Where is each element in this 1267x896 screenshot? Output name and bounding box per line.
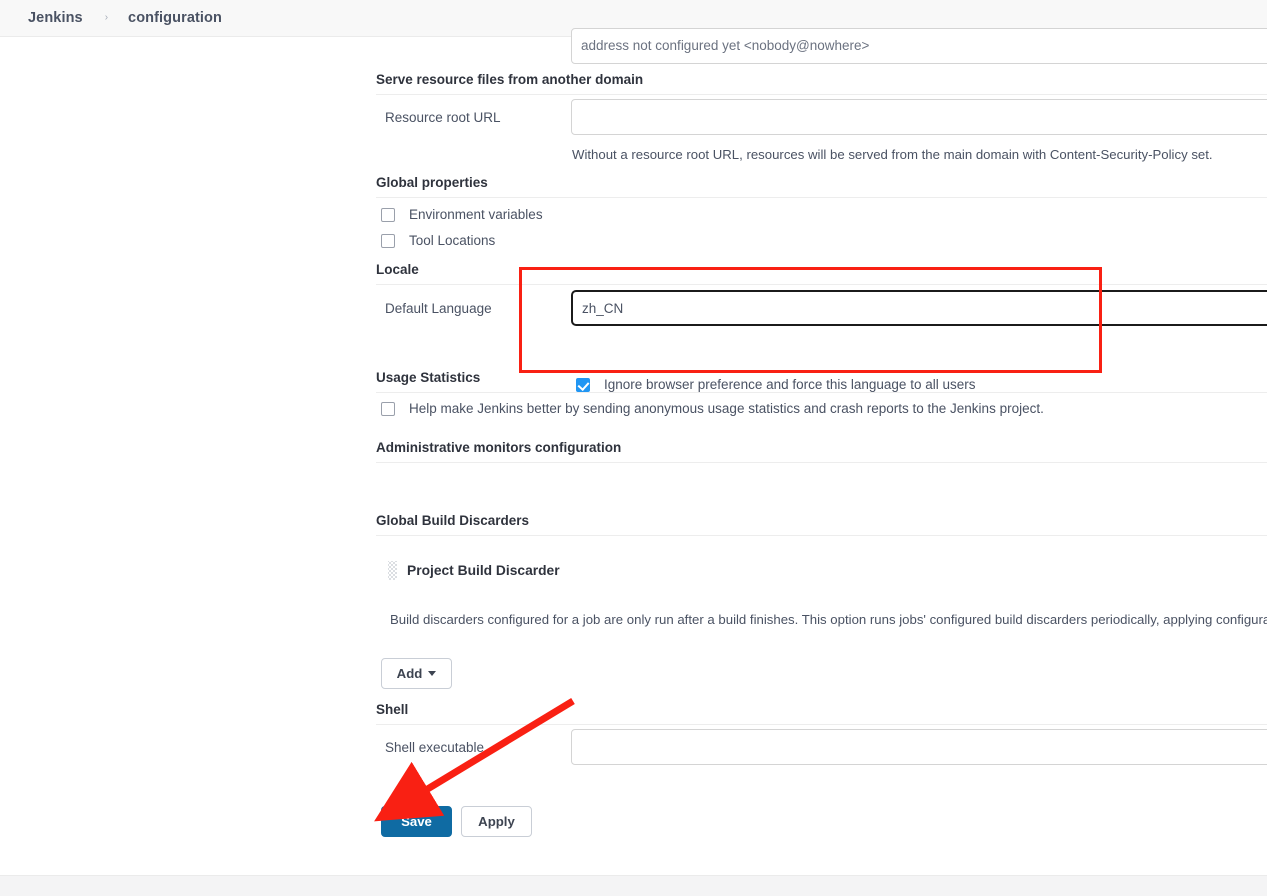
shell-executable-input[interactable]: [571, 729, 1267, 765]
label-usage-statistics: Help make Jenkins better by sending anon…: [409, 401, 1044, 416]
checkbox-row-environment-variables[interactable]: Environment variables: [381, 207, 543, 222]
section-divider: [376, 197, 1267, 198]
label-tool-locations: Tool Locations: [409, 233, 496, 248]
checkbox-row-tool-locations[interactable]: Tool Locations: [381, 233, 495, 248]
section-title-global-build-discarders: Global Build Discarders: [376, 513, 530, 528]
drag-handle-icon[interactable]: [388, 561, 397, 580]
section-title-locale: Locale: [376, 262, 419, 277]
section-divider: [376, 535, 1267, 536]
section-serve-resource-files: Serve resource files from another domain: [376, 72, 1267, 95]
default-language-input[interactable]: [571, 290, 1267, 326]
discarder-entry-description: Build discarders configured for a job ar…: [390, 612, 1267, 627]
resource-root-url-input[interactable]: [571, 99, 1267, 135]
usage-statistics-checkbox[interactable]: [381, 401, 395, 416]
section-divider: [376, 462, 1267, 463]
tool-locations-checkbox[interactable]: [381, 233, 395, 248]
breadcrumb-item-configuration[interactable]: configuration: [128, 10, 222, 26]
row-default-language: Default Language: [376, 290, 1267, 375]
row-resource-root-url: Resource root URL Without a resource roo…: [376, 99, 1267, 184]
section-global-properties: Global properties: [376, 175, 1267, 198]
breadcrumb-separator-icon: ›: [104, 12, 109, 23]
add-button-label: Add: [396, 666, 423, 681]
label-shell-executable: Shell executable: [385, 740, 485, 755]
save-button[interactable]: Save: [381, 806, 452, 837]
section-divider: [376, 724, 1267, 725]
section-title-shell: Shell: [376, 702, 409, 717]
add-discarder-button[interactable]: Add: [381, 658, 452, 689]
section-title-serve-resource-files: Serve resource files from another domain: [376, 72, 644, 87]
section-locale: Locale: [376, 262, 1267, 285]
label-default-language: Default Language: [385, 301, 492, 316]
environment-variables-checkbox[interactable]: [381, 207, 395, 222]
checkbox-row-usage-statistics[interactable]: Help make Jenkins better by sending anon…: [381, 401, 1044, 416]
section-divider: [376, 94, 1267, 95]
section-usage-statistics: Usage Statistics: [376, 370, 1267, 393]
section-divider: [376, 284, 1267, 285]
section-title-global-properties: Global properties: [376, 175, 488, 190]
section-divider: [376, 392, 1267, 393]
apply-button[interactable]: Apply: [461, 806, 532, 837]
section-title-administrative-monitors: Administrative monitors configuration: [376, 440, 622, 455]
admin-email-field-clipped[interactable]: address not configured yet <nobody@nowhe…: [571, 28, 1267, 64]
section-administrative-monitors: Administrative monitors configuration: [376, 440, 1267, 463]
page-footer: [0, 875, 1267, 896]
section-global-build-discarders: Global Build Discarders: [376, 513, 1267, 536]
label-resource-root-url: Resource root URL: [385, 110, 501, 125]
discarder-entry-name: Project Build Discarder: [407, 563, 560, 578]
breadcrumb-item-jenkins[interactable]: Jenkins: [28, 10, 83, 26]
row-shell-executable: Shell executable: [376, 729, 1267, 779]
help-resource-root-url: Without a resource root URL, resources w…: [572, 147, 1213, 162]
section-title-usage-statistics: Usage Statistics: [376, 370, 481, 385]
discarder-entry-header[interactable]: Project Build Discarder: [388, 561, 560, 580]
configuration-form: address not configured yet <nobody@nowhe…: [0, 28, 1267, 875]
apply-button-label: Apply: [478, 814, 515, 829]
chevron-down-icon: [428, 671, 437, 676]
save-button-label: Save: [401, 814, 432, 829]
label-environment-variables: Environment variables: [409, 207, 543, 222]
jenkins-configuration-screen: Jenkins › configuration address not conf…: [0, 0, 1267, 896]
section-shell: Shell: [376, 702, 1267, 725]
